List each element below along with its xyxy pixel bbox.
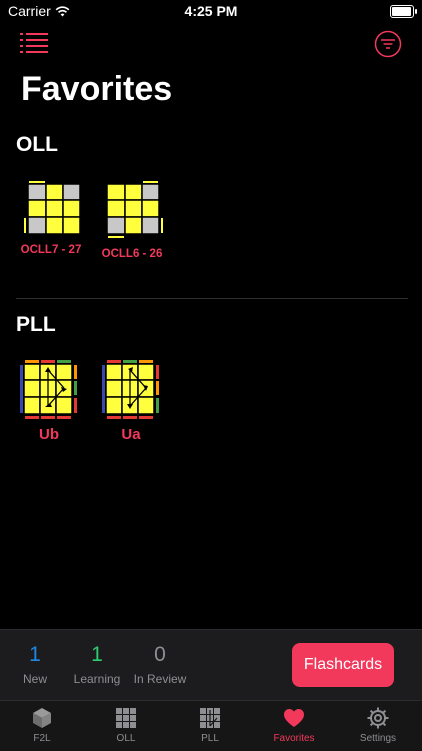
clock: 4:25 PM bbox=[184, 3, 238, 19]
case-label: Ub bbox=[39, 426, 59, 443]
stat-new: 1 New bbox=[0, 643, 70, 686]
tab-bar: F2L OLL PLL Favorites Settings bbox=[0, 700, 422, 751]
oll-case-diagram bbox=[24, 181, 81, 235]
oll-case-card[interactable]: OCLL6 - 26 bbox=[97, 181, 167, 260]
tab-favorites[interactable]: Favorites bbox=[252, 706, 336, 744]
tab-label: PLL bbox=[201, 733, 219, 744]
list-icon bbox=[20, 33, 48, 53]
tab-label: F2L bbox=[33, 733, 51, 744]
oll-case-card[interactable]: OCLL7 - 27 bbox=[16, 181, 86, 256]
stat-learning-count: 1 bbox=[91, 643, 103, 666]
case-label: OCLL6 - 26 bbox=[101, 248, 163, 260]
grid-icon bbox=[116, 708, 136, 728]
tab-pll[interactable]: PLL bbox=[168, 706, 252, 744]
page-title: Favorites bbox=[21, 70, 173, 108]
tab-f2l[interactable]: F2L bbox=[0, 706, 84, 744]
battery-icon bbox=[390, 5, 417, 18]
oll-case-diagram bbox=[106, 181, 163, 238]
tab-oll[interactable]: OLL bbox=[84, 706, 168, 744]
gear-icon bbox=[367, 707, 389, 729]
tab-label: OLL bbox=[116, 733, 136, 744]
tab-settings[interactable]: Settings bbox=[336, 706, 420, 744]
case-label: Ua bbox=[121, 426, 141, 443]
section-divider bbox=[16, 298, 408, 299]
tab-label: Settings bbox=[359, 733, 397, 744]
stat-new-count: 1 bbox=[29, 643, 41, 666]
case-label: OCLL7 - 27 bbox=[20, 244, 82, 256]
section-title-oll: OLL bbox=[16, 133, 58, 156]
list-menu-button[interactable] bbox=[20, 32, 48, 54]
pll-grid-icon bbox=[200, 708, 220, 728]
section-title-pll: PLL bbox=[16, 313, 56, 336]
stat-review-label: In Review bbox=[133, 672, 187, 686]
pll-case-card[interactable]: Ua bbox=[96, 360, 166, 443]
status-bar: Carrier 4:25 PM bbox=[0, 0, 422, 24]
stat-new-label: New bbox=[22, 672, 47, 686]
stat-review-count: 0 bbox=[154, 643, 166, 666]
stat-learning: 1 Learning bbox=[62, 643, 132, 686]
pll-case-diagram bbox=[20, 360, 77, 419]
tab-label: Favorites bbox=[273, 733, 315, 744]
pll-case-diagram bbox=[102, 360, 159, 419]
filter-button[interactable] bbox=[374, 30, 402, 58]
heart-icon bbox=[284, 709, 304, 727]
filter-icon bbox=[374, 30, 402, 58]
cube-icon bbox=[33, 708, 51, 728]
flashcards-button[interactable]: Flashcards bbox=[292, 643, 394, 687]
stat-learning-label: Learning bbox=[73, 672, 121, 686]
stats-panel: 1 New 1 Learning 0 In Review Flashcards bbox=[0, 629, 422, 701]
stat-review: 0 In Review bbox=[125, 643, 195, 686]
pll-case-card[interactable]: Ub bbox=[14, 360, 84, 443]
